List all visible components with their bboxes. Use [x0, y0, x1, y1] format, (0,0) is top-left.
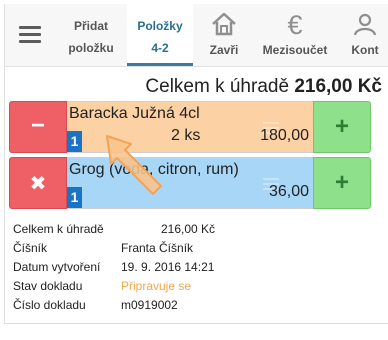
item-price: 180,00 [260, 127, 309, 144]
order-item[interactable]: Baracka Južná 4cl 1 2 ks 180,00 [67, 101, 313, 153]
person-icon [335, 12, 388, 38]
item-price: 36,00 [268, 183, 309, 200]
plus-icon: + [334, 113, 349, 140]
hamburger-menu-icon[interactable] [19, 26, 41, 44]
detail-label: Datum vytvoření [13, 260, 101, 274]
delete-item-button[interactable]: ✖ [9, 157, 67, 209]
contact-label: Kont [351, 43, 379, 57]
order-panel: Přidat položku Položky 4-2 Zavři € Mezis… [4, 4, 388, 324]
detail-label: Číslo dokladu [13, 298, 86, 312]
order-item-row: − Baracka Južná 4cl 1 2 ks 180,00 + [9, 101, 383, 153]
increase-quantity-button[interactable]: + [313, 157, 371, 209]
add-item-button[interactable]: Přidat položku [55, 4, 127, 66]
page: Přidat položku Položky 4-2 Zavři € Mezis… [0, 0, 388, 340]
add-item-label-line2: položku [68, 41, 114, 55]
item-name: Baracka Južná 4cl [69, 105, 200, 122]
euro-icon: € [257, 10, 333, 40]
contact-button[interactable]: Kont [335, 4, 388, 66]
item-badge: 1 [67, 131, 82, 152]
detail-label: Stav dokladu [13, 279, 83, 293]
minus-icon: − [30, 112, 45, 139]
order-item-row: ✖ Grog (voda, citron, rum) 1 36,00 + [9, 157, 383, 209]
item-badge: 1 [67, 187, 82, 208]
detail-value: 19. 9. 2016 14:21 [121, 260, 215, 274]
order-total-header: Celkem k úhradě 216,00 Kč [5, 76, 382, 98]
order-item[interactable]: Grog (voda, citron, rum) 1 36,00 [67, 157, 313, 209]
close-label: Zavři [209, 43, 239, 57]
status-value: Připravuje se [121, 279, 192, 293]
subtotal-button[interactable]: € Mezisoučet [257, 4, 333, 66]
euro-glyph: € [287, 10, 303, 40]
detail-value: Franta Číšník [121, 241, 194, 255]
top-toolbar: Přidat položku Položky 4-2 Zavři € Mezis… [5, 4, 388, 67]
detail-label: Číšník [13, 241, 48, 255]
detail-value: m0919002 [121, 298, 178, 312]
total-amount: 216,00 Kč [294, 76, 382, 97]
decrease-quantity-button[interactable]: − [9, 101, 67, 153]
detail-value: 216,00 Kč [161, 222, 216, 236]
add-item-label-line1: Přidat [73, 19, 108, 33]
total-label: Celkem k úhradě [145, 76, 290, 97]
plus-icon: + [334, 169, 349, 196]
house-icon [195, 12, 253, 38]
tab-items[interactable]: Položky 4-2 [127, 4, 193, 66]
close-button[interactable]: Zavři [195, 4, 253, 66]
tab-items-count: 4-2 [151, 41, 169, 55]
delete-x-icon: ✖ [29, 173, 47, 195]
increase-quantity-button[interactable]: + [313, 101, 371, 153]
tab-items-label: Položky [137, 19, 183, 33]
item-name: Grog (voda, citron, rum) [69, 161, 239, 178]
item-quantity: 2 ks [171, 127, 201, 144]
detail-label: Celkem k úhradě [13, 222, 104, 236]
subtotal-label: Mezisoučet [262, 43, 328, 57]
